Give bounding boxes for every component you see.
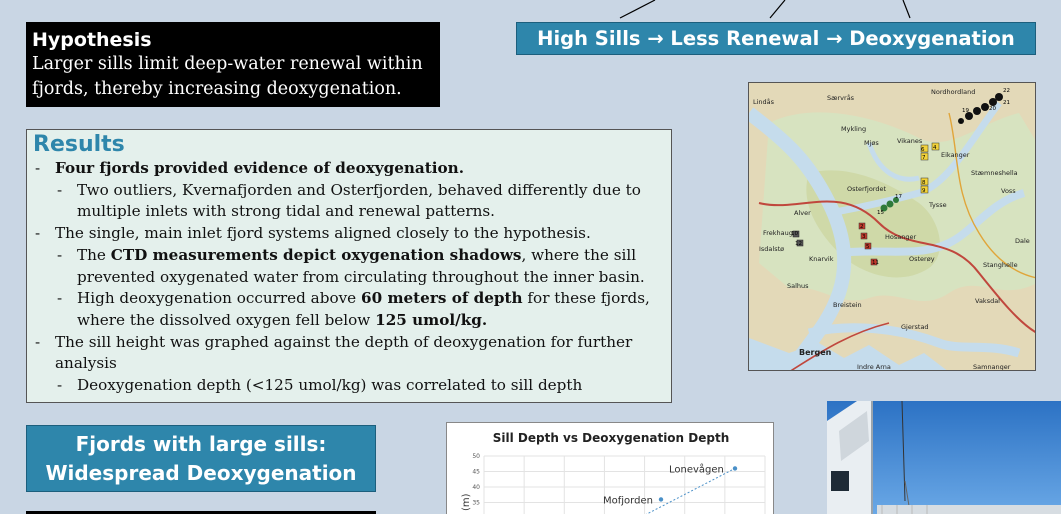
place-bergen: Bergen: [799, 348, 832, 357]
sill-box-line1: Fjords with large sills:: [75, 432, 327, 456]
station-12: 12: [795, 241, 802, 247]
result-bullet-2: The single, main inlet fjord systems ali…: [33, 223, 665, 245]
result-sub-2-1-bold: CTD measurements depict oxygenation shad…: [110, 245, 522, 264]
place-eikanger: Eikanger: [941, 151, 970, 159]
chart-ytick-label: 50: [472, 453, 480, 460]
field-photo-svg: [827, 401, 1061, 514]
place-osteroy: Osterøy: [909, 255, 935, 263]
sill-box: Fjords with large sills: Widespread Deox…: [26, 425, 376, 492]
sill-chart: Sill Depth vs Deoxygenation Depth (m) 50…: [446, 422, 774, 514]
chart-title: Sill Depth vs Deoxygenation Depth: [493, 431, 730, 445]
hypothesis-heading: Hypothesis: [32, 29, 152, 51]
station-5: 5: [866, 244, 870, 250]
place-mykling: Mykling: [841, 125, 866, 133]
place-tysse: Tysse: [928, 201, 947, 209]
station-20: 20: [989, 106, 996, 112]
hypothesis-box: Hypothesis Larger sills limit deep-water…: [26, 22, 440, 107]
result-sub-2-2-bold1: 60 meters of depth: [361, 289, 523, 308]
place-knarvik: Knarvik: [809, 255, 834, 263]
place-frekhaug: Frekhaug: [763, 229, 793, 237]
hypothesis-banner: High Sills → Less Renewal → Deoxygenatio…: [516, 22, 1036, 55]
chart-point-label: Lonevågen: [669, 462, 724, 475]
place-isdalsto: Isdalstø: [759, 245, 784, 253]
result-sub-2-2-pre: High deoxygenation occurred above: [77, 289, 362, 308]
fjord-map: Nordhordland Lindås Særvrås Mykling Mjøs…: [748, 82, 1036, 371]
chart-point: [732, 466, 738, 471]
results-box: Results Four fjords provided evidence of…: [26, 129, 672, 403]
hypothesis-text: Larger sills limit deep-water renewal wi…: [32, 54, 423, 99]
station-8: 8: [922, 180, 926, 186]
place-voss: Voss: [1001, 187, 1016, 195]
place-salhus: Salhus: [787, 282, 809, 290]
station-17: 17: [895, 194, 902, 200]
result-sub-2-2: High deoxygenation occurred above 60 met…: [33, 288, 665, 331]
result-bullet-1-text: Four fjords provided evidence of deoxyge…: [55, 159, 464, 177]
place-gjerstad: Gjerstad: [901, 323, 929, 331]
place-vikanes: Vikanes: [897, 137, 923, 145]
place-nordhordland: Nordhordland: [931, 88, 975, 96]
sill-chart-svg: Sill Depth vs Deoxygenation Depth (m) 50…: [461, 431, 766, 514]
chart-ytick-label: 35: [472, 500, 480, 507]
station-3: 3: [862, 234, 866, 240]
station-21: 21: [1003, 100, 1010, 106]
station-19: 19: [962, 108, 969, 114]
station-10: 10: [791, 231, 798, 237]
place-vaksdal: Vaksdal: [975, 297, 1000, 305]
place-hosanger: Hosanger: [885, 233, 916, 241]
fjord-map-svg: Nordhordland Lindås Særvrås Mykling Mjøs…: [749, 83, 1035, 371]
station-22: 22: [1003, 88, 1010, 94]
result-sub-2-1: The CTD measurements depict oxygenation …: [33, 245, 665, 288]
station-4: 4: [933, 145, 937, 151]
results-list: Four fjords provided evidence of deoxyge…: [33, 158, 665, 397]
sill-box-line2: Widespread Deoxygenation: [45, 461, 357, 485]
place-stanghelle: Stanghelle: [983, 261, 1018, 269]
place-breistein: Breistein: [833, 301, 862, 309]
station-15: 15: [877, 210, 884, 216]
place-osterfjordet: Osterfjordet: [847, 185, 886, 193]
station-9: 9: [922, 188, 926, 194]
place-indre-arna: Indre Arna: [857, 363, 891, 371]
station-7: 7: [922, 155, 926, 161]
result-sub-2-1-pre: The: [77, 245, 111, 264]
place-samnanger: Samnanger: [973, 363, 1011, 371]
result-bullet-1: Four fjords provided evidence of deoxyge…: [33, 158, 665, 180]
place-dale: Dale: [1015, 237, 1030, 245]
station-11: 11: [872, 260, 879, 266]
result-bullet-3: The sill height was graphed against the …: [33, 332, 665, 375]
field-photo: [827, 401, 1061, 514]
chart-point-label: Mofjorden: [603, 495, 653, 506]
results-title: Results: [33, 132, 125, 157]
place-mjos: Mjøs: [864, 139, 879, 147]
result-sub-1-1: Two outliers, Kvernafjorden and Osterfjo…: [33, 180, 665, 223]
station-1: 1: [959, 119, 963, 125]
result-sub-2-2-bold2: 125 umol/kg.: [375, 310, 488, 329]
place-staemneshella: Stæmneshella: [971, 169, 1018, 177]
chart-ylabel: (m): [461, 493, 472, 511]
place-alver: Alver: [794, 209, 811, 217]
result-sub-3-1: Deoxygenation depth (<125 umol/kg) was c…: [33, 375, 665, 397]
station-6: 6: [921, 147, 925, 153]
place-lindas: Lindås: [753, 97, 775, 106]
place-saervras: Særvrås: [827, 93, 855, 102]
chart-ytick-label: 40: [472, 484, 480, 491]
chart-ytick-label: 45: [472, 469, 480, 476]
station-2: 2: [860, 224, 864, 230]
chart-point: [658, 497, 664, 502]
